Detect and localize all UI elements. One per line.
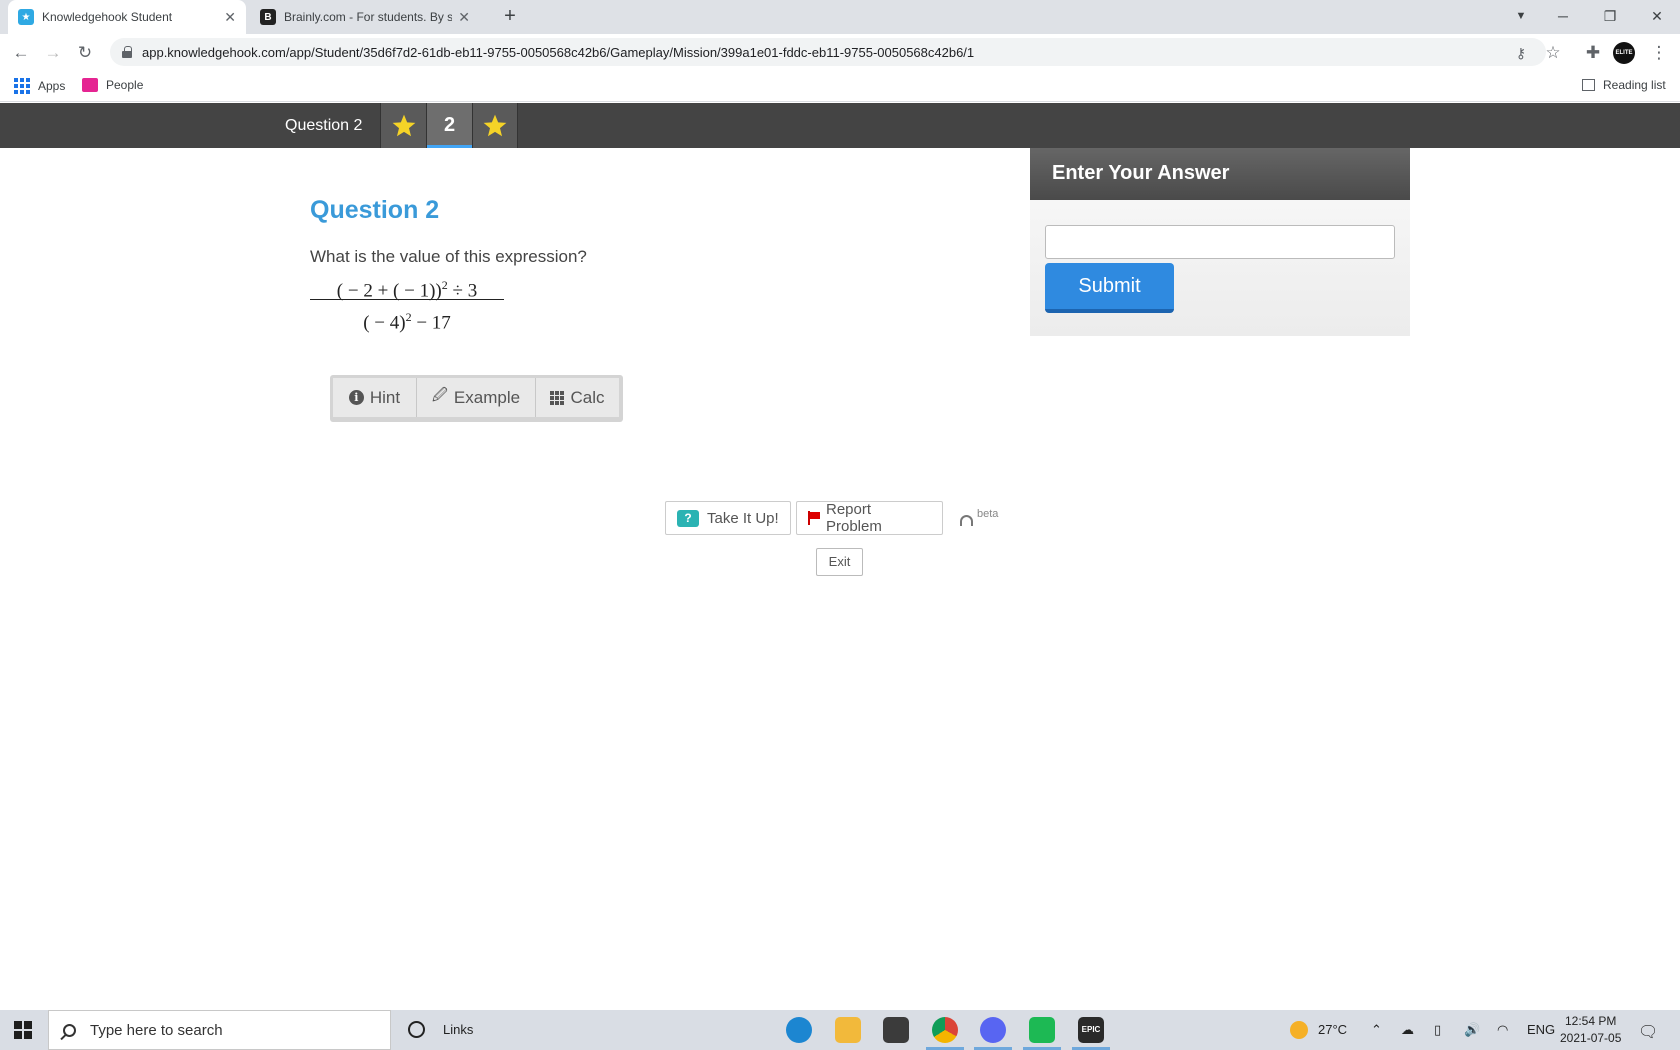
brainly-icon: B: [260, 9, 276, 25]
progress-slot-star-1[interactable]: [380, 103, 426, 148]
take-it-up-button[interactable]: ? Take It Up!: [665, 501, 791, 535]
bookmark-people[interactable]: People: [82, 78, 143, 92]
chrome-icon[interactable]: [926, 1017, 964, 1050]
question-bubble-icon: ?: [677, 509, 699, 527]
tab-title: Brainly.com - For students. By stu: [284, 10, 453, 24]
question-prompt: What is the value of this expression?: [310, 247, 587, 266]
calc-button[interactable]: Calc: [536, 378, 619, 417]
headphones-icon: [960, 515, 973, 526]
reload-icon[interactable]: ↻: [72, 40, 98, 66]
question-title: Question 2: [310, 196, 440, 224]
onedrive-icon[interactable]: ☁: [1401, 1022, 1414, 1038]
epic-games-icon[interactable]: EPIC: [1072, 1017, 1110, 1050]
address-bar[interactable]: app.knowledgehook.com/app/Student/35d6f7…: [110, 38, 1546, 66]
fraction-denominator: ( − 4)2 − 17: [363, 310, 451, 334]
fraction-numerator: ( − 2 + ( − 1))2 ÷ 3: [310, 270, 504, 301]
restore-icon[interactable]: ❐: [1587, 0, 1633, 34]
tab-brainly[interactable]: B Brainly.com - For students. By stu ✕: [250, 0, 480, 34]
bookmark-label: Apps: [38, 79, 66, 93]
math-expression: ( − 2 + ( − 1))2 ÷ 3 ( − 4)2 − 17: [310, 270, 504, 334]
search-icon: [63, 1023, 76, 1037]
hint-label: Hint: [369, 387, 401, 407]
clock-time: 12:54 PM: [1565, 1014, 1617, 1028]
tab-search-icon[interactable]: ▼: [1498, 0, 1544, 34]
progress-slot-current[interactable]: 2: [426, 103, 472, 148]
current-underline: [427, 145, 472, 148]
close-window-icon[interactable]: ✕: [1634, 0, 1680, 34]
file-explorer-icon[interactable]: [835, 1017, 861, 1043]
people-icon: [82, 78, 98, 92]
bookmark-star-icon[interactable]: ☆: [1540, 40, 1566, 66]
back-icon[interactable]: ←: [8, 40, 34, 66]
key-icon[interactable]: ⚷: [1508, 40, 1534, 66]
search-placeholder: Type here to search: [90, 1021, 223, 1039]
windows-start-icon[interactable]: [14, 1021, 32, 1039]
answer-input[interactable]: [1045, 225, 1395, 259]
hint-button[interactable]: i Hint: [333, 378, 417, 417]
discord-icon[interactable]: [974, 1017, 1012, 1050]
url-text: app.knowledgehook.com/app/Student/35d6f7…: [142, 44, 975, 60]
progress-question-label: Question 2: [285, 117, 363, 134]
current-question-number: 2: [443, 114, 456, 136]
store-icon[interactable]: [883, 1017, 909, 1043]
links-toolbar[interactable]: Links: [443, 1022, 473, 1037]
cortana-icon[interactable]: [408, 1021, 425, 1038]
menu-dots-icon[interactable]: ⋮: [1646, 40, 1672, 66]
minimize-icon[interactable]: ─: [1540, 0, 1586, 34]
wifi-icon[interactable]: ◠: [1497, 1022, 1508, 1038]
taskbar-search-input[interactable]: Type here to search: [48, 1010, 391, 1050]
bookmark-label: People: [106, 78, 144, 92]
tray-chevron-icon[interactable]: ⌃: [1371, 1022, 1382, 1038]
volume-icon[interactable]: 🔊: [1464, 1022, 1480, 1038]
spotify-icon[interactable]: [1023, 1017, 1061, 1050]
apps-grid-icon: [14, 78, 30, 94]
flag-icon: [808, 511, 820, 525]
take-it-up-label: Take It Up!: [707, 509, 779, 527]
info-icon: i: [348, 390, 364, 405]
new-tab-icon[interactable]: +: [498, 5, 522, 29]
tab-knowledgehook[interactable]: ★ Knowledgehook Student ✕: [8, 0, 246, 34]
submit-button[interactable]: Submit: [1045, 263, 1174, 313]
star-icon: [483, 114, 507, 136]
exit-button[interactable]: Exit: [816, 548, 863, 576]
example-button[interactable]: 🖉 Example: [417, 378, 536, 417]
calc-label: Calc: [570, 387, 605, 407]
report-problem-label: Report Problem: [826, 501, 882, 535]
battery-icon[interactable]: ▯: [1434, 1022, 1441, 1038]
language-indicator[interactable]: ENG: [1527, 1022, 1555, 1037]
audio-beta[interactable]: beta: [960, 508, 998, 526]
edge-icon[interactable]: [786, 1017, 812, 1043]
progress-slot-star-2[interactable]: [472, 103, 518, 148]
example-label: Example: [453, 387, 521, 407]
reading-list-icon: [1582, 79, 1595, 91]
lock-icon: [122, 46, 132, 58]
profile-avatar[interactable]: ELITE: [1613, 42, 1635, 64]
bookmarks-bar: Apps People Reading list: [0, 70, 1680, 102]
forward-icon[interactable]: →: [40, 40, 66, 66]
knowledgehook-icon: ★: [18, 9, 34, 25]
reading-list[interactable]: Reading list: [1582, 78, 1666, 92]
close-tab-icon[interactable]: ✕: [224, 9, 236, 26]
answer-panel-heading: Enter Your Answer: [1030, 148, 1410, 200]
clock-date: 2021-07-05: [1560, 1031, 1622, 1045]
question-progress-bar: [0, 103, 1680, 148]
close-tab-icon[interactable]: ✕: [458, 9, 470, 26]
extensions-icon[interactable]: ✚: [1580, 40, 1606, 66]
tab-title: Knowledgehook Student: [42, 10, 173, 24]
beta-label: beta: [977, 508, 999, 520]
weather-icon[interactable]: [1290, 1021, 1308, 1039]
weather-temp[interactable]: 27°C: [1318, 1022, 1347, 1037]
report-problem-button[interactable]: Report Problem: [796, 501, 943, 535]
reading-list-label: Reading list: [1603, 78, 1666, 92]
star-icon: [392, 114, 415, 136]
bookmark-apps[interactable]: Apps: [14, 78, 65, 94]
help-tools: i Hint 🖉 Example Calc: [330, 375, 623, 422]
leaf-icon: 🖉: [431, 387, 448, 404]
notifications-icon[interactable]: 🗨: [1638, 1022, 1658, 1042]
calculator-grid-icon: [550, 390, 565, 405]
taskbar-clock[interactable]: 12:54 PM 2021-07-05: [1560, 1013, 1621, 1047]
